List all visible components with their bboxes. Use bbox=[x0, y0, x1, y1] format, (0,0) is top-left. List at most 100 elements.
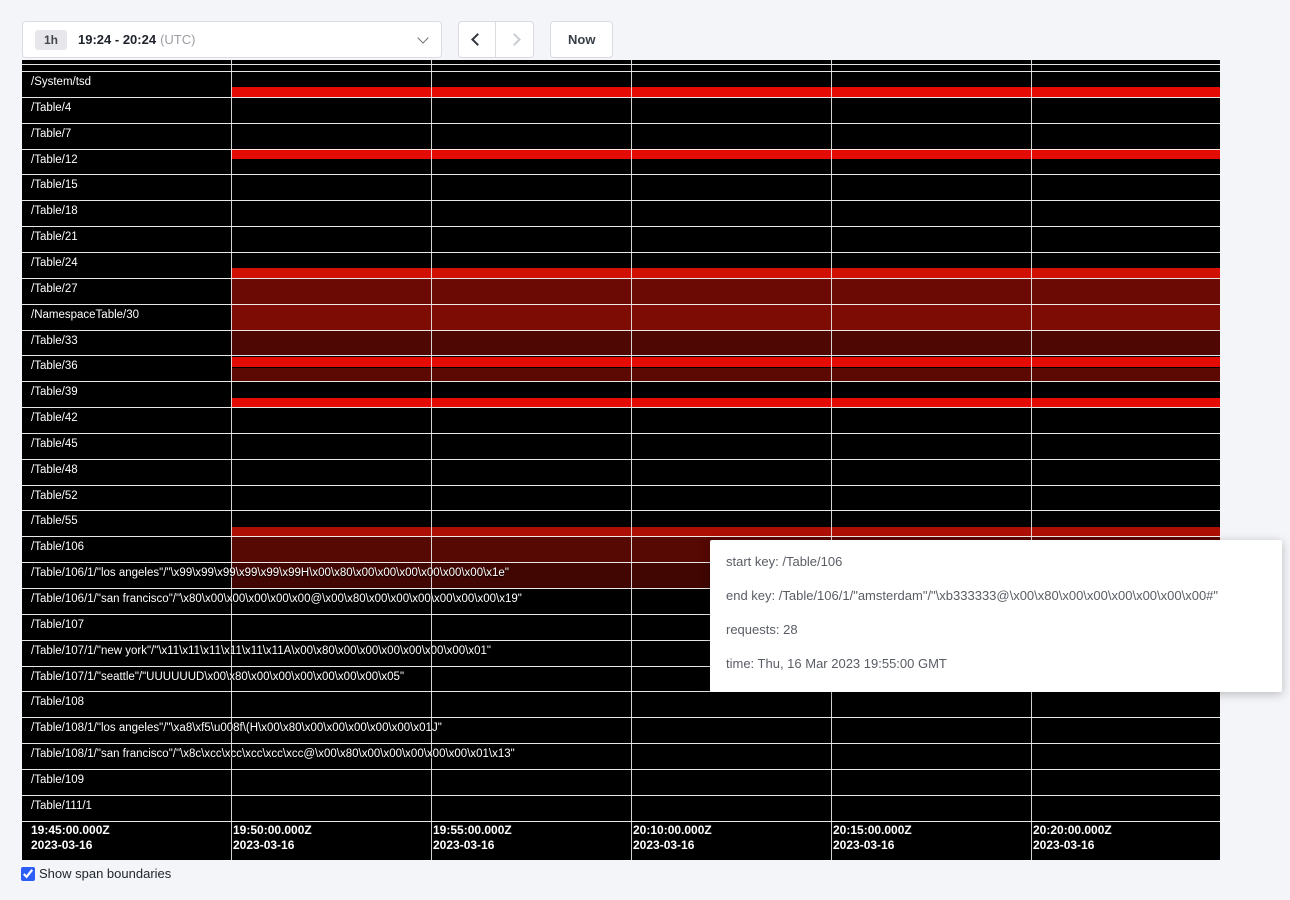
row-label: /Table/39 bbox=[31, 386, 78, 399]
show-span-boundaries-label: Show span boundaries bbox=[39, 866, 171, 881]
x-axis-label: 20:15:00.000Z2023-03-16 bbox=[833, 823, 912, 853]
row-label: /Table/48 bbox=[31, 464, 78, 477]
chevron-left-icon bbox=[471, 33, 484, 46]
key-visualizer-page: 1h 19:24 - 20:24 (UTC) Now /System/tsd/Ta… bbox=[0, 0, 1290, 900]
heatmap-bar[interactable] bbox=[231, 368, 1220, 382]
row-label: /Table/106/1/"los angeles"/"\x99\x99\x99… bbox=[31, 567, 509, 580]
span-boundary-line bbox=[22, 407, 1220, 408]
time-gridline bbox=[631, 60, 632, 860]
tooltip-requests: requests: 28 bbox=[726, 613, 1266, 647]
row-label: /Table/15 bbox=[31, 179, 78, 192]
span-boundary-line bbox=[22, 97, 1220, 98]
row-label: /Table/21 bbox=[31, 231, 78, 244]
row-label: /Table/36 bbox=[31, 360, 78, 373]
range-timezone: (UTC) bbox=[160, 32, 195, 47]
row-label: /Table/109 bbox=[31, 774, 84, 787]
span-boundary-line bbox=[22, 304, 1220, 305]
heatmap-bar[interactable] bbox=[231, 304, 1220, 330]
time-gridline bbox=[431, 60, 432, 860]
x-axis-time: 19:55:00.000Z bbox=[433, 823, 512, 838]
x-axis-label: 19:45:00.000Z2023-03-16 bbox=[31, 823, 110, 853]
heatmap-bar[interactable] bbox=[231, 149, 1220, 159]
time-range-selector[interactable]: 1h 19:24 - 20:24 (UTC) bbox=[22, 21, 442, 58]
time-gridline bbox=[1031, 60, 1032, 860]
span-boundary-line bbox=[22, 769, 1220, 770]
x-axis-date: 2023-03-16 bbox=[1033, 838, 1112, 853]
toolbar: 1h 19:24 - 20:24 (UTC) Now bbox=[22, 21, 613, 58]
row-label: /Table/111/1 bbox=[31, 800, 92, 813]
x-axis-time: 19:50:00.000Z bbox=[233, 823, 312, 838]
row-label: /Table/107/1/"seattle"/"UUUUUUD\x00\x80\… bbox=[31, 671, 404, 684]
row-label: /Table/108/1/"san francisco"/"\x8c\xcc\x… bbox=[31, 748, 515, 761]
span-boundary-line bbox=[22, 485, 1220, 486]
span-boundary-line bbox=[22, 330, 1220, 331]
row-label: /Table/33 bbox=[31, 335, 78, 348]
heatmap-bar[interactable] bbox=[231, 279, 1220, 304]
chevron-down-icon bbox=[417, 32, 428, 43]
heatmap-bar[interactable] bbox=[231, 398, 1220, 408]
span-boundary-line bbox=[22, 795, 1220, 796]
span-boundary-line bbox=[22, 536, 1220, 537]
span-boundary-line bbox=[22, 717, 1220, 718]
row-label: /Table/12 bbox=[31, 154, 78, 167]
key-visualizer-canvas[interactable]: /System/tsd/Table/4/Table/7/Table/12/Tab… bbox=[22, 60, 1220, 860]
next-range-button[interactable] bbox=[496, 21, 534, 58]
row-label: /Table/4 bbox=[31, 102, 71, 115]
span-boundary-line bbox=[22, 510, 1220, 511]
span-boundary-line bbox=[22, 226, 1220, 227]
row-label: /System/tsd bbox=[31, 76, 91, 89]
tooltip-time: time: Thu, 16 Mar 2023 19:55:00 GMT bbox=[726, 647, 1266, 681]
row-label: /Table/108 bbox=[31, 696, 84, 709]
heatmap-bar[interactable] bbox=[231, 268, 1220, 278]
span-boundary-line bbox=[22, 278, 1220, 279]
footer: Show span boundaries bbox=[21, 866, 171, 881]
x-axis-time: 20:15:00.000Z bbox=[833, 823, 912, 838]
time-gridline bbox=[831, 60, 832, 860]
span-boundary-line bbox=[22, 123, 1220, 124]
span-boundary-line bbox=[22, 71, 1220, 72]
heatmap-bar[interactable] bbox=[231, 527, 1220, 537]
hover-tooltip: start key: /Table/106 end key: /Table/10… bbox=[710, 540, 1282, 692]
row-label: /Table/107 bbox=[31, 619, 84, 632]
now-button[interactable]: Now bbox=[550, 21, 613, 58]
row-label: /Table/42 bbox=[31, 412, 78, 425]
x-axis-date: 2023-03-16 bbox=[833, 838, 912, 853]
row-label: /Table/45 bbox=[31, 438, 78, 451]
x-axis-date: 2023-03-16 bbox=[433, 838, 512, 853]
span-boundary-line bbox=[22, 252, 1220, 253]
x-axis-date: 2023-03-16 bbox=[233, 838, 312, 853]
x-axis-label: 19:55:00.000Z2023-03-16 bbox=[433, 823, 512, 853]
row-label: /Table/107/1/"new york"/"\x11\x11\x11\x1… bbox=[31, 645, 491, 658]
row-label: /Table/18 bbox=[31, 205, 78, 218]
span-boundary-line bbox=[22, 149, 1220, 150]
x-axis-time: 19:45:00.000Z bbox=[31, 823, 110, 838]
heatmap-bar[interactable] bbox=[231, 357, 1220, 367]
range-times: 19:24 - 20:24 bbox=[78, 32, 156, 47]
row-label: /Table/27 bbox=[31, 283, 78, 296]
span-boundary-line bbox=[22, 381, 1220, 382]
range-label: 19:24 - 20:24 (UTC) bbox=[78, 32, 195, 47]
x-axis-date: 2023-03-16 bbox=[633, 838, 712, 853]
row-label: /Table/52 bbox=[31, 490, 78, 503]
span-boundary-line bbox=[22, 64, 1220, 65]
row-label: /Table/106 bbox=[31, 541, 84, 554]
span-boundary-line bbox=[22, 174, 1220, 175]
heatmap-bar[interactable] bbox=[231, 330, 1220, 355]
x-axis-label: 19:50:00.000Z2023-03-16 bbox=[233, 823, 312, 853]
x-axis-label: 20:20:00.000Z2023-03-16 bbox=[1033, 823, 1112, 853]
chevron-right-icon bbox=[508, 33, 521, 46]
span-boundary-line bbox=[22, 821, 1220, 822]
row-label: /Table/55 bbox=[31, 515, 78, 528]
prev-range-button[interactable] bbox=[458, 21, 496, 58]
show-span-boundaries-checkbox[interactable] bbox=[21, 867, 35, 881]
span-boundary-line bbox=[22, 459, 1220, 460]
range-duration-badge: 1h bbox=[35, 30, 67, 50]
tooltip-start-key: start key: /Table/106 bbox=[726, 545, 1266, 579]
range-nav-group bbox=[458, 21, 534, 58]
heatmap-bar[interactable] bbox=[231, 87, 1220, 97]
x-axis-time: 20:20:00.000Z bbox=[1033, 823, 1112, 838]
x-axis-label: 20:10:00.000Z2023-03-16 bbox=[633, 823, 712, 853]
row-label: /Table/7 bbox=[31, 128, 71, 141]
time-gridline bbox=[231, 60, 232, 860]
row-label: /NamespaceTable/30 bbox=[31, 309, 139, 322]
